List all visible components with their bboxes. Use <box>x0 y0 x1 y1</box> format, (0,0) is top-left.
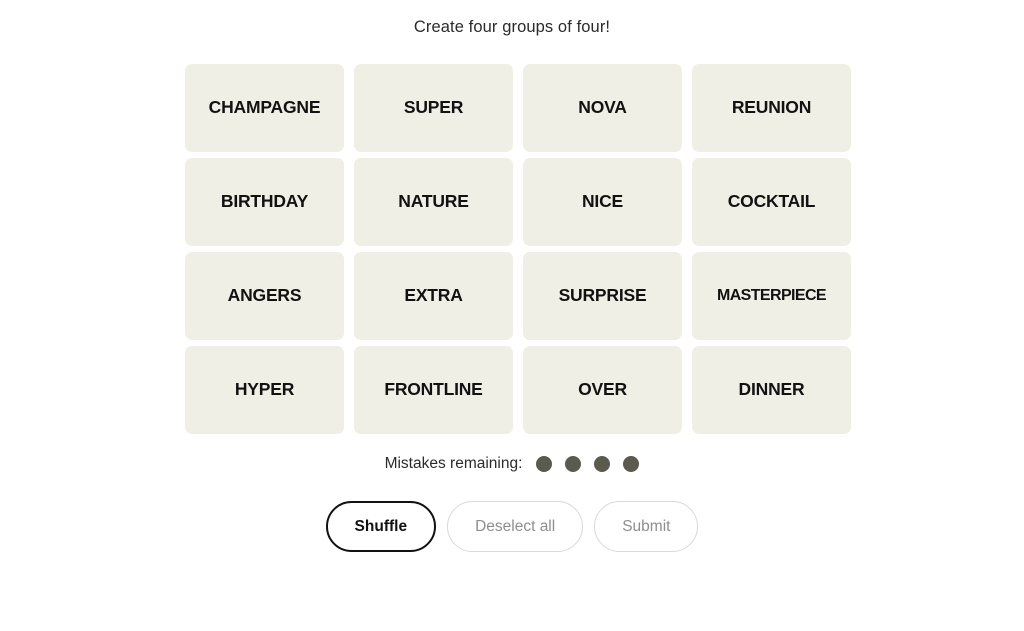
word-tile-label: CHAMPAGNE <box>208 97 321 118</box>
word-tile[interactable]: ANGERS <box>185 252 344 340</box>
word-tile[interactable]: SURPRISE <box>523 252 682 340</box>
word-tile[interactable]: FRONTLINE <box>354 346 513 434</box>
word-tile[interactable]: NICE <box>523 158 682 246</box>
word-tile-label: BIRTHDAY <box>220 191 309 212</box>
word-tile-label: REUNION <box>731 97 812 118</box>
word-tile[interactable]: REUNION <box>692 64 851 152</box>
word-grid: CHAMPAGNE SUPER NOVA REUNION BIRTHDAY NATURE N… <box>185 64 851 434</box>
word-tile[interactable]: NOVA <box>523 64 682 152</box>
page-title: Create four groups of four! <box>413 18 611 36</box>
mistake-dot <box>565 456 582 472</box>
word-tile-label: COCKTAIL <box>727 191 816 212</box>
mistakes-label: Mistakes remaining: <box>384 455 523 472</box>
word-tile[interactable]: SUPER <box>354 64 513 152</box>
mistakes-remaining: Mistakes remaining: <box>0 455 1024 473</box>
word-tile[interactable]: EXTRA <box>354 252 513 340</box>
mistake-dot <box>623 456 640 472</box>
game-controls: Shuffle Deselect all Submit <box>0 501 1024 552</box>
submit-button[interactable]: Submit <box>594 501 699 552</box>
word-tile[interactable]: BIRTHDAY <box>185 158 344 246</box>
word-tile-label: NOVA <box>578 97 627 118</box>
word-tile-label: MASTERPIECE <box>717 287 827 304</box>
deselect-all-button[interactable]: Deselect all <box>447 501 584 552</box>
word-tile[interactable]: MASTERPIECE <box>692 252 851 340</box>
mistakes-dots <box>536 456 640 472</box>
mistake-dot <box>594 456 611 472</box>
word-tile-label: NATURE <box>398 191 469 212</box>
connections-game: Create four groups of four! CHAMPAGNE SUP… <box>0 0 1024 631</box>
word-tile-label: EXTRA <box>404 285 463 306</box>
word-tile-label: FRONTLINE <box>384 379 483 400</box>
word-tile-label: SURPRISE <box>558 285 647 306</box>
word-tile[interactable]: COCKTAIL <box>692 158 851 246</box>
word-tile[interactable]: NATURE <box>354 158 513 246</box>
word-tile[interactable]: CHAMPAGNE <box>185 64 344 152</box>
word-tile[interactable]: DINNER <box>692 346 851 434</box>
shuffle-button[interactable]: Shuffle <box>325 501 437 552</box>
word-tile-label: NICE <box>581 191 623 212</box>
word-tile-label: HYPER <box>234 379 295 400</box>
word-tile-label: SUPER <box>403 97 464 118</box>
word-tile-label: OVER <box>578 379 627 400</box>
word-tile[interactable]: HYPER <box>185 346 344 434</box>
word-tile-label: ANGERS <box>227 285 302 306</box>
mistake-dot <box>536 456 553 472</box>
word-tile-label: DINNER <box>738 379 805 400</box>
word-tile[interactable]: OVER <box>523 346 682 434</box>
